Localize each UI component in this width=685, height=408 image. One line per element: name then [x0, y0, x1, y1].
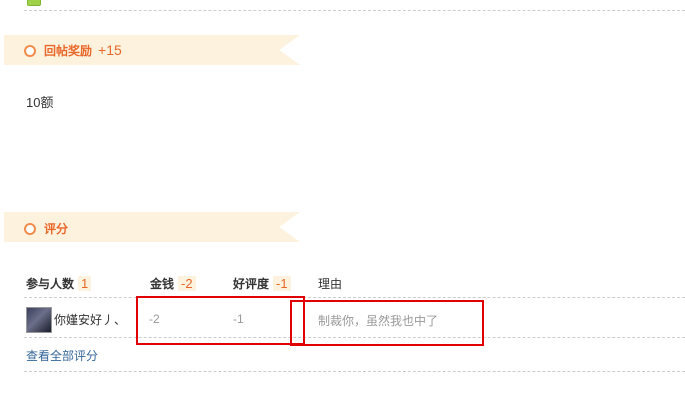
reply-reward-bonus: +15: [98, 42, 122, 58]
reason-header: 理由: [318, 277, 343, 291]
reply-reward-title: 回帖奖励: [44, 44, 93, 58]
reputation-header: 好评度 -1: [233, 275, 291, 292]
participants-count: 1: [78, 276, 92, 291]
divider: [24, 297, 685, 298]
circle-icon: [24, 223, 36, 235]
status-icon: [27, 0, 41, 6]
money-total: -2: [178, 276, 196, 291]
rating-title: 评分: [44, 222, 69, 236]
reputation-total: -1: [273, 276, 291, 291]
participants-header: 参与人数 1: [26, 275, 92, 292]
highlight-box-reason: [290, 300, 484, 346]
reply-reward-heading: 回帖奖励 +15: [44, 42, 122, 59]
post-content: 10额: [26, 95, 54, 110]
highlight-box-scores: [136, 296, 305, 345]
avatar[interactable]: [26, 307, 52, 333]
reputation-label: 好评度: [233, 277, 270, 291]
money-header: 金钱 -2: [150, 275, 196, 292]
divider: [24, 10, 685, 11]
participants-label: 参与人数: [26, 277, 75, 291]
divider: [24, 371, 685, 372]
circle-icon: [24, 45, 36, 57]
money-label: 金钱: [150, 277, 175, 291]
view-all-ratings-link[interactable]: 查看全部评分: [26, 347, 98, 364]
rater-username[interactable]: 你嫤安好丿、: [54, 311, 126, 328]
